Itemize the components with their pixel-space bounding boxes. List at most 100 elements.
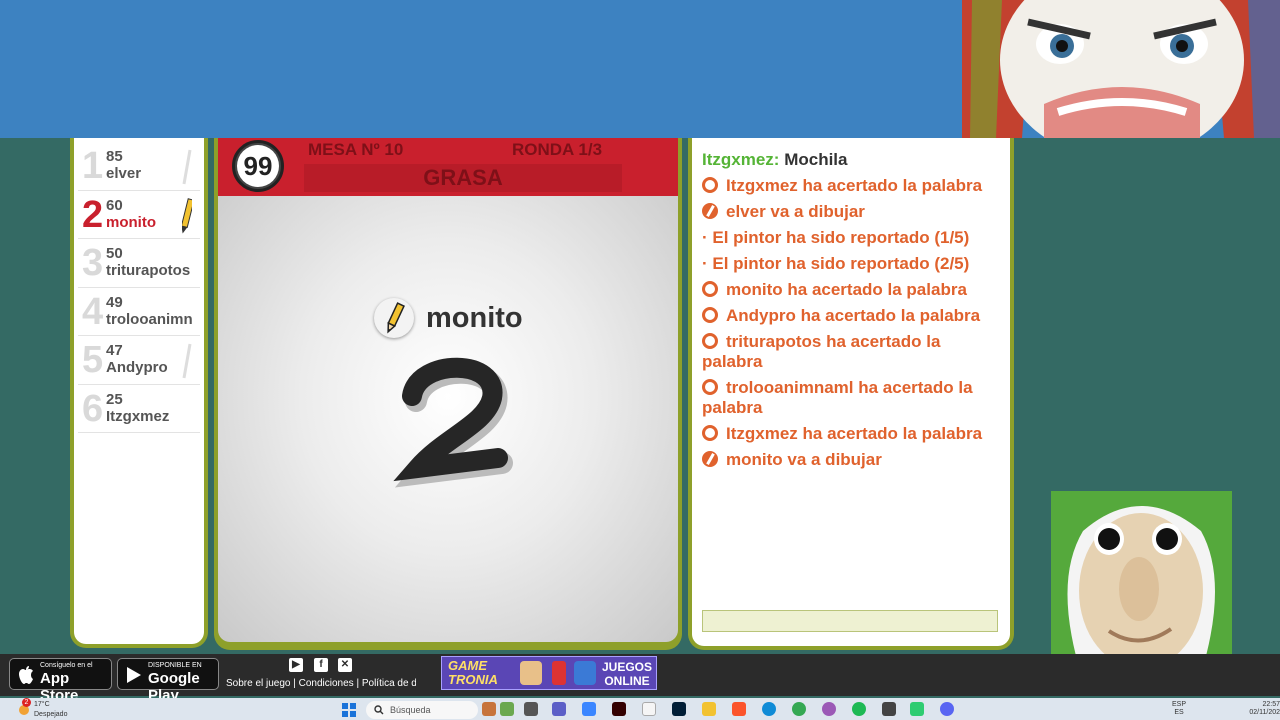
player-rank: 4: [82, 290, 104, 333]
players-panel: 1 85 elver 2 60 monito 3 50 triturapotos 4 49 trolo…: [70, 138, 208, 648]
file-icon[interactable]: [642, 702, 656, 716]
browser-icon[interactable]: [822, 702, 836, 716]
app-icon[interactable]: [910, 702, 924, 716]
drawing-board: 99 MESA Nº 10 RONDA 1/3 GRASA monito: [214, 138, 682, 650]
taskbar-clock[interactable]: 22:57 02/11/202: [1238, 701, 1280, 717]
secret-word: GRASA: [304, 164, 622, 192]
chat-message: Itzgxmez ha acertado la palabra: [702, 176, 1002, 196]
steam-icon[interactable]: [882, 702, 896, 716]
search-icon: [374, 705, 384, 715]
gametronia-banner[interactable]: GAME TRONIA JUEGOS ONLINE: [441, 656, 657, 690]
brave-icon[interactable]: [732, 702, 746, 716]
taskbar-app-icon[interactable]: [482, 702, 496, 716]
chat-text: Itzgxmez ha acertado la palabra: [726, 176, 983, 195]
countdown-number: 2: [388, 346, 518, 496]
x-icon[interactable]: ✕: [338, 658, 352, 672]
players-list: 1 85 elver 2 60 monito 3 50 triturapotos 4 49 trolo…: [74, 138, 204, 644]
logo-line-1: GAME: [448, 658, 487, 673]
apple-icon: [19, 666, 33, 684]
windows-start-icon[interactable]: [342, 703, 356, 717]
player-row: 2 60 monito: [78, 191, 200, 239]
chat-text: · El pintor ha sido reportado (1/5): [702, 228, 970, 247]
player-rank: 3: [82, 242, 104, 284]
player-row: 5 47 Andypro: [78, 336, 200, 385]
pencil-icon: [702, 451, 718, 467]
player-score: 47: [106, 342, 123, 359]
task-view-icon[interactable]: [524, 702, 538, 716]
chrome-icon[interactable]: [792, 702, 806, 716]
chat-input[interactable]: [702, 610, 998, 632]
facebook-icon[interactable]: f: [314, 658, 328, 672]
chat-text: monito ha acertado la palabra: [726, 280, 967, 299]
player-row: 1 85 elver: [78, 142, 200, 191]
player-rank: 1: [82, 145, 104, 187]
gametronia-logo: GAME TRONIA: [448, 659, 498, 687]
chat-text: Andypro ha acertado la palabra: [726, 306, 981, 325]
chat-text: Mochila: [784, 150, 848, 169]
app-store-badge[interactable]: Consíguelo en el App Store: [9, 658, 112, 704]
chat-text: monito va a dibujar: [726, 450, 882, 469]
chat-message: triturapotos ha acertado la palabra: [702, 332, 1002, 372]
chat-message: monito va a dibujar: [702, 450, 1002, 470]
table-number: MESA Nº 10: [308, 140, 404, 159]
google-play-small: DISPONIBLE EN: [148, 662, 202, 669]
edge-icon[interactable]: [762, 702, 776, 716]
guessed-icon: [702, 333, 718, 349]
guessed-icon: [702, 281, 718, 297]
photoshop-icon[interactable]: [672, 702, 686, 716]
site-footer: Consíguelo en el App Store DISPONIBLE EN…: [0, 654, 1280, 704]
mascot-image: [962, 0, 1280, 138]
teams-icon[interactable]: [552, 702, 566, 716]
youtube-icon[interactable]: ▶: [289, 658, 303, 672]
illustrator-icon[interactable]: [612, 702, 626, 716]
chat-message: Itzgxmez ha acertado la palabra: [702, 424, 1002, 444]
weather-condition: Despejado: [34, 711, 68, 718]
chat-message: Andypro ha acertado la palabra: [702, 306, 1002, 326]
drawing-canvas[interactable]: monito 2: [218, 196, 678, 642]
chat-username: Itzgxmez:: [702, 150, 780, 169]
round-indicator: RONDA 1/3: [512, 140, 603, 159]
chat-log: Itzgxmez: Mochila Itzgxmez ha acertado la…: [692, 138, 1010, 646]
green-hooded-face-image: [1051, 491, 1232, 674]
logo-line-2: TRONIA: [448, 672, 498, 687]
language-indicator[interactable]: ESP ES: [1172, 701, 1186, 717]
pencil-icon: [702, 203, 718, 219]
pencil-icon: [374, 298, 414, 338]
timer: 99: [232, 140, 284, 192]
app-store-small: Consíguelo en el: [40, 662, 93, 669]
player-row: 4 49 trolooanimn: [78, 288, 200, 336]
player-score: 50: [106, 245, 123, 262]
drawn-mark-icon: [182, 149, 192, 185]
player-score: 60: [106, 196, 123, 214]
player-rank: 6: [82, 387, 104, 430]
drawer-announcement: monito: [374, 298, 523, 338]
chat-message: Itzgxmez: Mochila: [702, 150, 1002, 170]
copilot-icon[interactable]: [582, 702, 596, 716]
weather-widget[interactable]: 2 17°C Despejado: [16, 698, 76, 719]
folder-icon[interactable]: [702, 702, 716, 716]
discord-icon[interactable]: [940, 702, 954, 716]
footer-links[interactable]: Sobre el juego | Condiciones | Política …: [226, 678, 416, 689]
guessed-icon: [702, 307, 718, 323]
taskbar-app-icon[interactable]: [500, 702, 514, 716]
taskbar-search[interactable]: Búsqueda: [366, 701, 478, 719]
chat-message: trolooanimnaml ha acertado la palabra: [702, 378, 1002, 418]
clock-date: 02/11/202: [1249, 709, 1280, 716]
game-icon: [574, 661, 596, 685]
lang-secondary: ES: [1174, 709, 1184, 716]
chat-text: triturapotos ha acertado la palabra: [702, 332, 941, 371]
weather-temp: 17°C: [34, 701, 50, 708]
player-name: triturapotos: [106, 262, 191, 279]
guessed-icon: [702, 379, 718, 395]
clock-time: 22:57: [1262, 701, 1280, 708]
spotify-icon[interactable]: [852, 702, 866, 716]
google-play-badge[interactable]: DISPONIBLE EN Google Play: [117, 658, 219, 704]
chat-panel: Itzgxmez: Mochila Itzgxmez ha acertado la…: [688, 138, 1014, 650]
banner-text: JUEGOS ONLINE: [602, 660, 652, 688]
chat-message: · El pintor ha sido reportado (2/5): [702, 254, 1002, 274]
timer-value: 99: [237, 145, 279, 187]
drawer-name: monito: [426, 301, 523, 334]
player-score: 25: [106, 390, 123, 408]
player-score: 85: [106, 148, 123, 165]
chat-text: trolooanimnaml ha acertado la palabra: [702, 378, 973, 417]
